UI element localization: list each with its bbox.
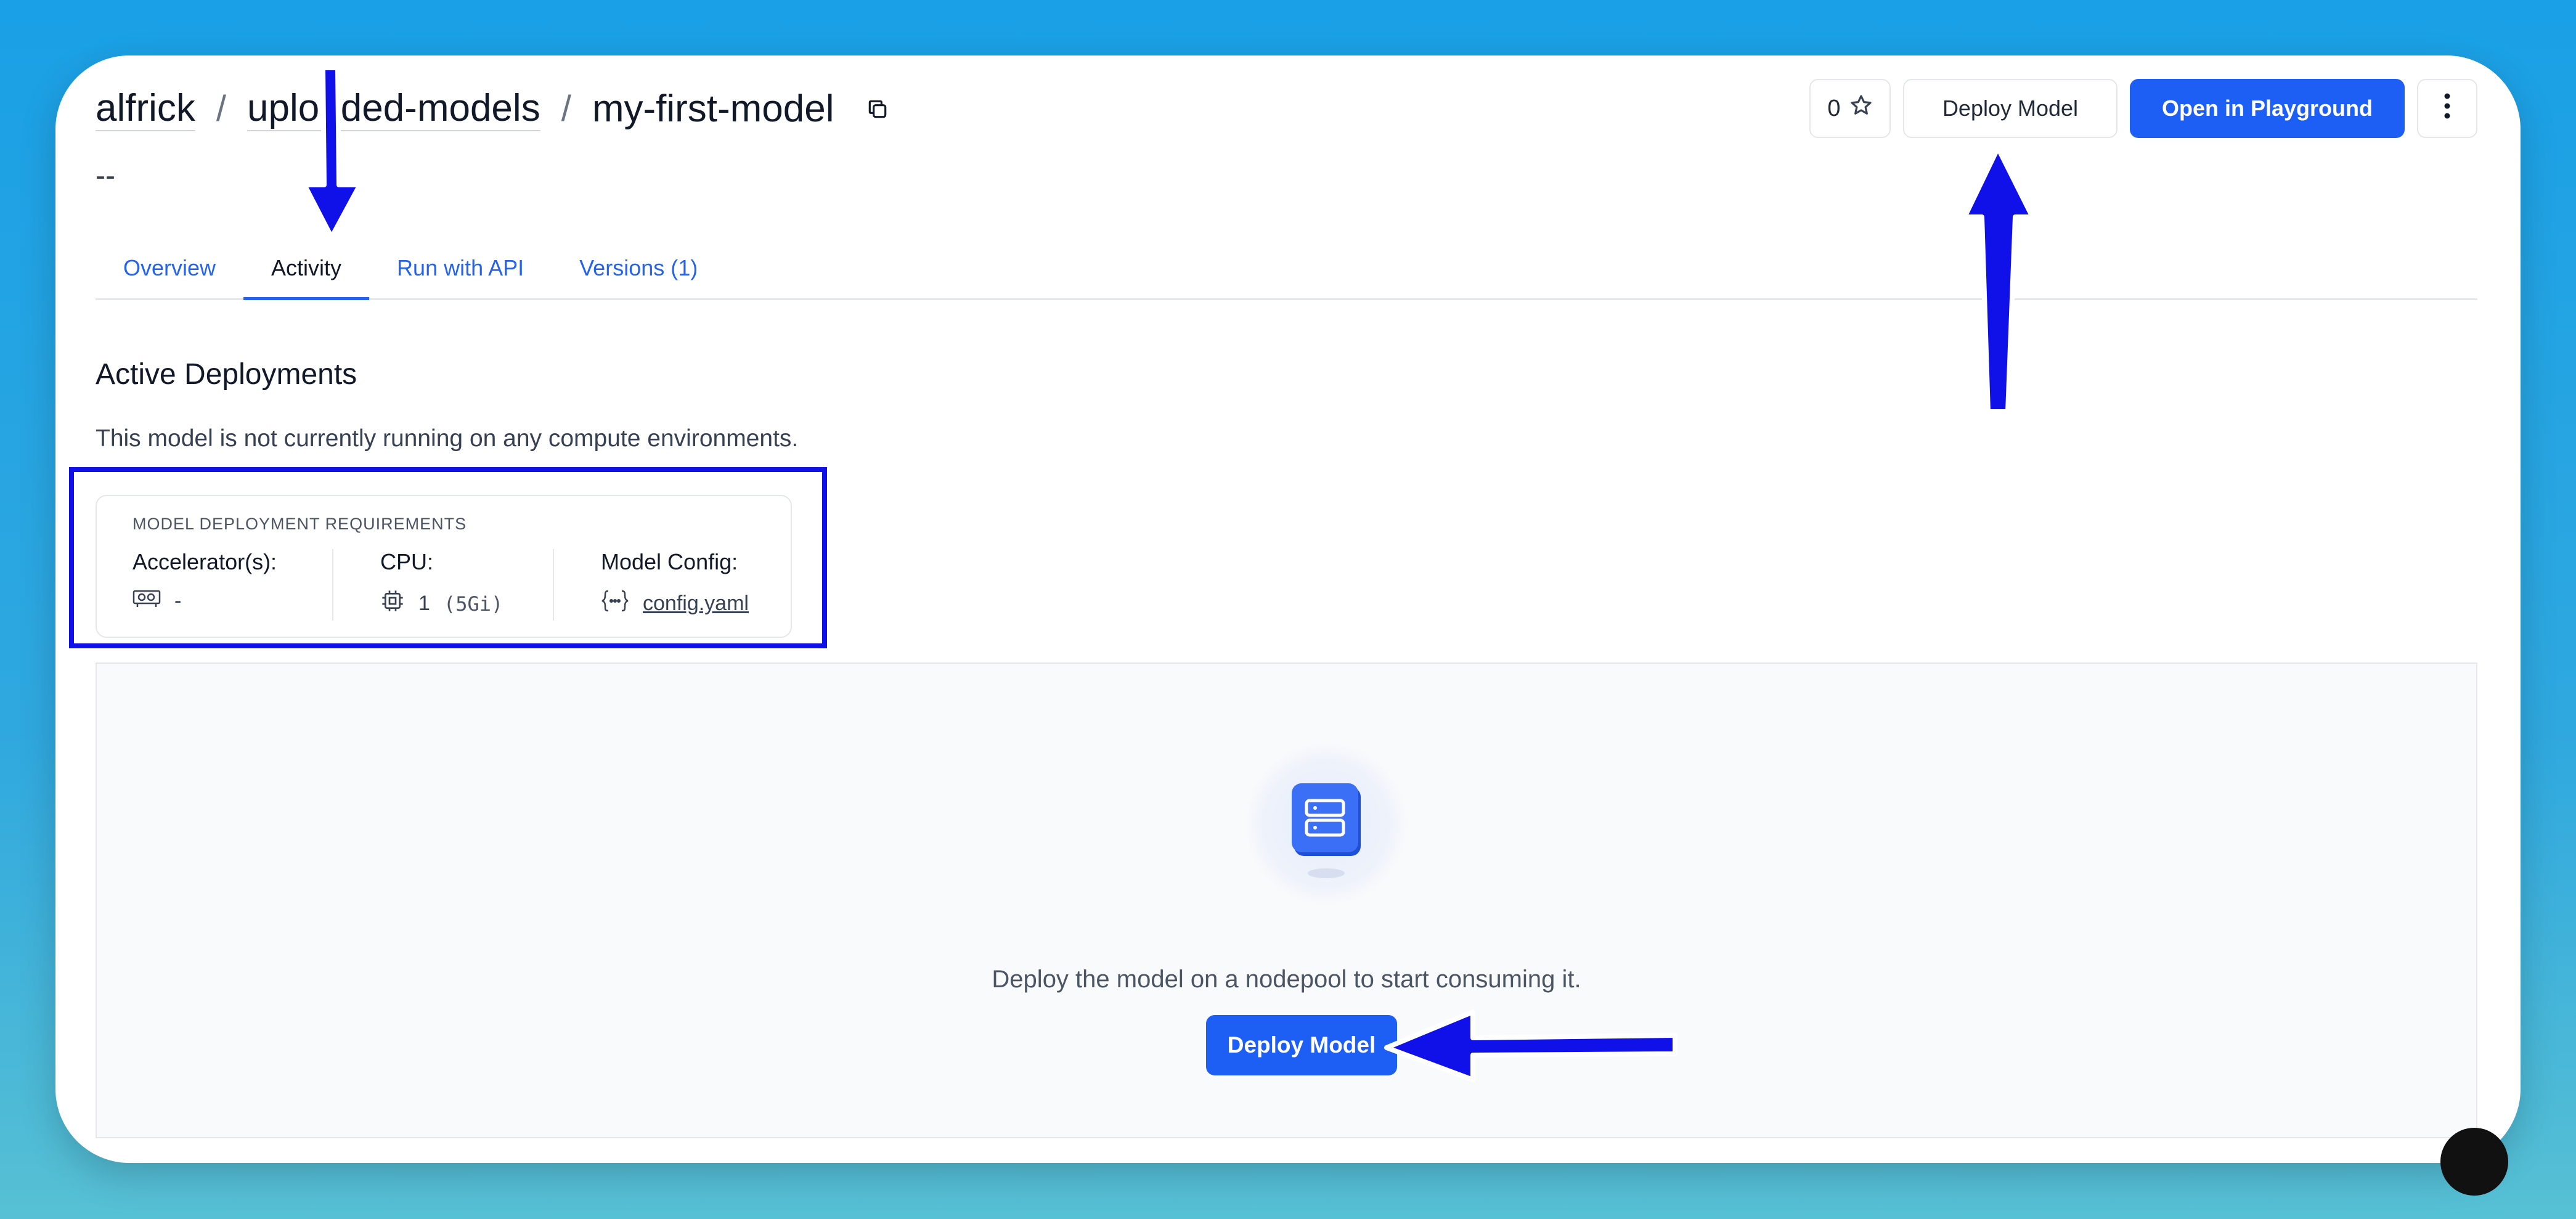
server-illustration	[1246, 744, 1406, 904]
empty-state-text: Deploy the model on a nodepool to start …	[992, 966, 1581, 993]
model-description: --	[96, 160, 115, 192]
annotation-highlight-box	[69, 467, 827, 648]
copy-icon[interactable]	[864, 96, 891, 123]
star-count: 0	[1827, 95, 1841, 121]
section-subtitle: This model is not currently running on a…	[96, 425, 799, 452]
deploy-model-button-center[interactable]: Deploy Model	[1206, 1015, 1397, 1075]
kebab-icon	[2444, 92, 2451, 125]
breadcrumb-separator: /	[561, 89, 571, 129]
more-options-button[interactable]	[2417, 79, 2477, 138]
chat-widget-button[interactable]	[2440, 1128, 2508, 1196]
tab-activity[interactable]: Activity	[243, 238, 370, 300]
breadcrumb-app[interactable]: uploaded-models	[247, 86, 540, 131]
tab-run-with-api[interactable]: Run with API	[369, 238, 552, 298]
star-button[interactable]: 0	[1809, 79, 1891, 138]
star-icon	[1849, 94, 1873, 123]
breadcrumb-separator: /	[216, 89, 227, 129]
open-in-playground-button[interactable]: Open in Playground	[2130, 79, 2405, 138]
breadcrumb-owner[interactable]: alfrick	[96, 86, 195, 131]
tab-bar: Overview Activity Run with API Versions …	[96, 238, 2477, 300]
tab-overview[interactable]: Overview	[96, 238, 243, 298]
deploy-model-button-header[interactable]: Deploy Model	[1903, 79, 2117, 138]
app-window: alfrick / uploaded-models / my-first-mod…	[55, 55, 2521, 1163]
empty-state-panel: Deploy the model on a nodepool to start …	[96, 662, 2477, 1138]
breadcrumb-model: my-first-model	[592, 88, 834, 130]
tab-versions[interactable]: Versions (1)	[552, 238, 725, 298]
breadcrumb: alfrick / uploaded-models / my-first-mod…	[96, 86, 891, 131]
header-actions: 0 Deploy Model Open in Playground	[1809, 79, 2477, 138]
section-title: Active Deployments	[96, 358, 357, 391]
